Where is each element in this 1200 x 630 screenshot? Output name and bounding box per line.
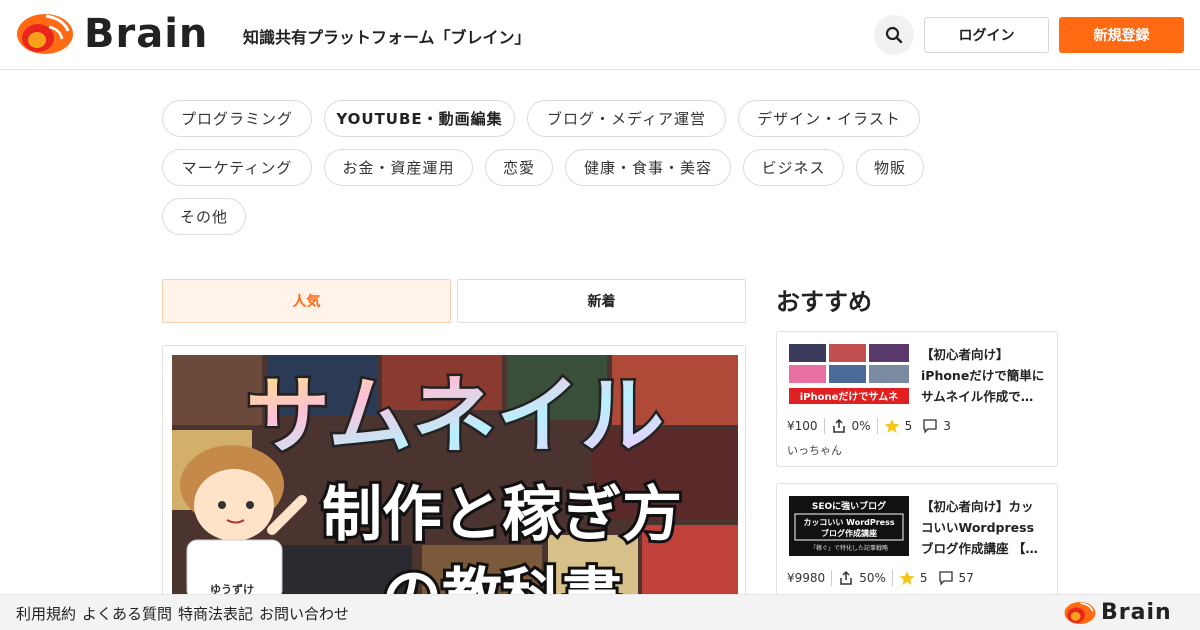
recommended-title[interactable]: 【初心者向け】iPhoneだけで簡単にサムネイル作成で…	[921, 344, 1045, 408]
share-icon	[838, 570, 854, 586]
comment-icon	[922, 418, 938, 434]
category-chip[interactable]: マーケティング	[162, 149, 312, 186]
footer-link-commerce-law[interactable]: 特商法表記	[178, 603, 253, 624]
recommended-thumb-text: SEOに強いブログ	[812, 500, 886, 512]
brain-logo-icon	[1064, 601, 1096, 625]
header: Brain 知識共有プラットフォーム「ブレイン」 ログイン 新規登録	[0, 0, 1200, 70]
recommended-thumb-text: 「稼ぐ」で特化した記事戦略	[810, 544, 888, 552]
recommended-meta: ¥9980 50% 5 57	[787, 570, 974, 586]
share-icon	[831, 418, 847, 434]
category-chip[interactable]: デザイン・イラスト	[738, 100, 920, 137]
tab-new[interactable]: 新着	[457, 279, 746, 323]
footer-link-terms[interactable]: 利用規約	[16, 603, 76, 624]
recommended-thumb-text: カッコいい WordPress	[803, 518, 894, 527]
author-name[interactable]: いっちゃん	[787, 442, 842, 458]
recommended-meta: ¥100 0% 5 3	[787, 418, 951, 434]
category-chip[interactable]: 物販	[856, 149, 924, 186]
footer: 利用規約 よくある質問 特商法表記 お問い合わせ Brain	[0, 594, 1200, 630]
footer-link-faq[interactable]: よくある質問	[82, 603, 172, 624]
rating: 5	[904, 419, 913, 433]
recommended-thumbnail[interactable]: iPhoneだけでサムネ	[789, 344, 909, 404]
thumbnail-title-line2: 制作と稼ぎ方	[322, 480, 682, 550]
price: ¥100	[787, 419, 818, 433]
comment-count: 3	[943, 419, 951, 433]
recommended-thumb-text: ブログ作成講座	[821, 528, 877, 538]
category-chip[interactable]: お金・資産運用	[324, 149, 473, 186]
affiliate-rate: 50%	[859, 571, 886, 585]
featured-card[interactable]: ゆうずけ サムネイル 制作と稼ぎ方 の教科書	[162, 345, 746, 605]
signup-button[interactable]: 新規登録	[1059, 17, 1184, 53]
recommended-title[interactable]: 【初心者向け】カッコいいWordpressブログ作成講座 【…	[921, 496, 1045, 560]
footer-logo[interactable]: Brain	[1064, 601, 1172, 625]
category-chip[interactable]: ブログ・メディア運営	[527, 100, 726, 137]
category-chip[interactable]: その他	[162, 198, 246, 235]
category-chip[interactable]: YOUTUBE・動画編集	[324, 100, 515, 137]
category-chip[interactable]: 健康・食事・美容	[565, 149, 731, 186]
site-tagline: 知識共有プラットフォーム「ブレイン」	[243, 28, 531, 47]
affiliate-rate: 0%	[851, 419, 871, 433]
comment-count: 57	[958, 571, 974, 585]
footer-link-contact[interactable]: お問い合わせ	[259, 603, 349, 624]
tab-popular[interactable]: 人気	[162, 279, 451, 323]
footer-links: 利用規約 よくある質問 特商法表記 お問い合わせ	[16, 603, 349, 624]
category-chip[interactable]: 恋愛	[485, 149, 553, 186]
featured-thumbnail[interactable]: ゆうずけ サムネイル 制作と稼ぎ方 の教科書	[172, 355, 738, 600]
login-button[interactable]: ログイン	[924, 17, 1049, 53]
search-button[interactable]	[874, 15, 914, 55]
price: ¥9980	[787, 571, 826, 585]
search-icon	[885, 26, 903, 44]
star-icon	[899, 570, 915, 586]
recommended-thumb-text: iPhoneだけでサムネ	[800, 391, 898, 403]
star-icon	[884, 418, 900, 434]
recommended-card[interactable]: iPhoneだけでサムネ 【初心者向け】iPhoneだけで簡単にサムネイル作成で…	[776, 331, 1058, 467]
category-chip[interactable]: プログラミング	[162, 100, 312, 137]
logo-wordmark: Brain	[84, 11, 209, 57]
brain-logo[interactable]: Brain	[16, 13, 208, 55]
comment-icon	[938, 570, 954, 586]
brain-logo-icon	[16, 13, 74, 55]
recommended-thumbnail[interactable]: SEOに強いブログ カッコいい WordPress ブログ作成講座 「稼ぐ」で特…	[789, 496, 909, 556]
logo-wordmark: Brain	[1101, 600, 1172, 625]
category-chip[interactable]: ビジネス	[743, 149, 844, 186]
thumbnail-title-line1: サムネイル	[246, 367, 664, 465]
recommended-heading: おすすめ	[776, 288, 872, 316]
rating: 5	[919, 571, 928, 585]
